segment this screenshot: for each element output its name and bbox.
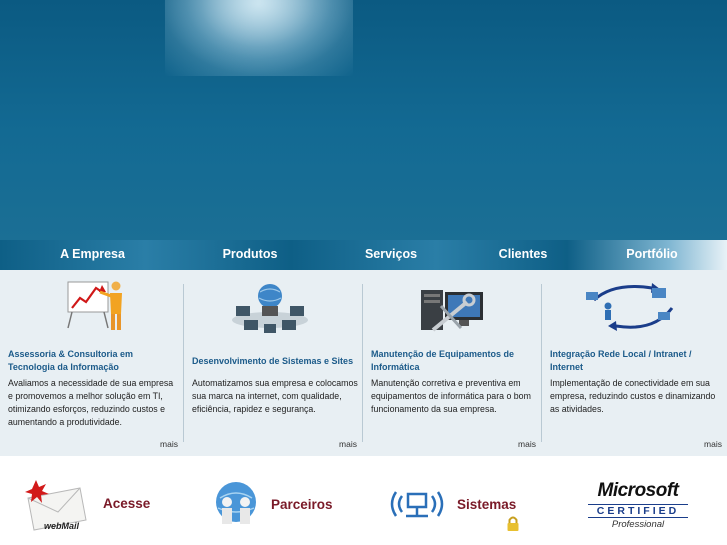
globe-network-icon bbox=[232, 284, 308, 333]
nav-item-produtos[interactable]: Produtos bbox=[200, 240, 300, 270]
hero-light-glow bbox=[165, 0, 353, 76]
main-navigation: A Empresa Produtos Serviços Clientes Por… bbox=[0, 240, 727, 270]
service-description: Implementação de conectividade em sua em… bbox=[550, 378, 716, 414]
service-description: Automatizamos sua empresa e colocamos su… bbox=[192, 378, 358, 414]
nav-item-portfolio[interactable]: Portfólio bbox=[606, 240, 698, 270]
presentation-chart-icon bbox=[67, 281, 122, 330]
partners-link[interactable]: Parceiros bbox=[271, 497, 333, 512]
webmail-logo-text: webMail bbox=[44, 521, 80, 531]
partners-globe-icon[interactable] bbox=[212, 480, 260, 530]
service-description: Avaliamos a necessidade de sua empresa e… bbox=[8, 378, 174, 427]
service-title: Integração Rede Local / Intranet / Inter… bbox=[550, 349, 692, 372]
nav-item-clientes[interactable]: Clientes bbox=[478, 240, 568, 270]
more-link[interactable]: mais bbox=[704, 439, 722, 449]
service-title: Desenvolvimento de Sistemas e Sites bbox=[192, 356, 354, 366]
more-link[interactable]: mais bbox=[339, 439, 357, 449]
computer-tools-icon bbox=[421, 290, 483, 332]
more-link[interactable]: mais bbox=[160, 439, 178, 449]
webmail-access-link[interactable]: Acesse bbox=[103, 496, 150, 511]
nav-item-servicos[interactable]: Serviços bbox=[342, 240, 440, 270]
hero-banner bbox=[0, 0, 727, 240]
systems-link[interactable]: Sistemas bbox=[457, 497, 516, 512]
microsoft-certified-badge: Microsoft CERTIFIED Professional bbox=[584, 480, 692, 532]
more-link[interactable]: mais bbox=[518, 439, 536, 449]
service-consultoria: Assessoria & Consultoria em Tecnologia d… bbox=[0, 270, 183, 456]
nav-item-empresa[interactable]: A Empresa bbox=[40, 240, 145, 270]
lock-icon bbox=[507, 516, 519, 531]
services-panel: Assessoria & Consultoria em Tecnologia d… bbox=[0, 270, 727, 456]
microsoft-brand: Microsoft bbox=[597, 480, 680, 501]
service-desenvolvimento: Desenvolvimento de Sistemas e Sites Auto… bbox=[184, 270, 362, 456]
service-description: Manutenção corretiva e preventiva em equ… bbox=[371, 378, 531, 414]
professional-label: Professional bbox=[611, 519, 665, 530]
wireless-systems-icon[interactable] bbox=[386, 486, 448, 526]
certified-label: CERTIFIED bbox=[588, 504, 688, 518]
network-cycle-icon bbox=[586, 283, 674, 331]
service-title: Assessoria & Consultoria em Tecnologia d… bbox=[8, 349, 134, 372]
service-integracao: Integração Rede Local / Intranet / Inter… bbox=[542, 270, 727, 456]
service-manutencao: Manutenção de Equipamentos de Informátic… bbox=[363, 270, 541, 456]
service-title: Manutenção de Equipamentos de Informátic… bbox=[371, 349, 515, 372]
footer-links: webMail Acesse Parceiros Sistemas Micros… bbox=[0, 456, 727, 545]
